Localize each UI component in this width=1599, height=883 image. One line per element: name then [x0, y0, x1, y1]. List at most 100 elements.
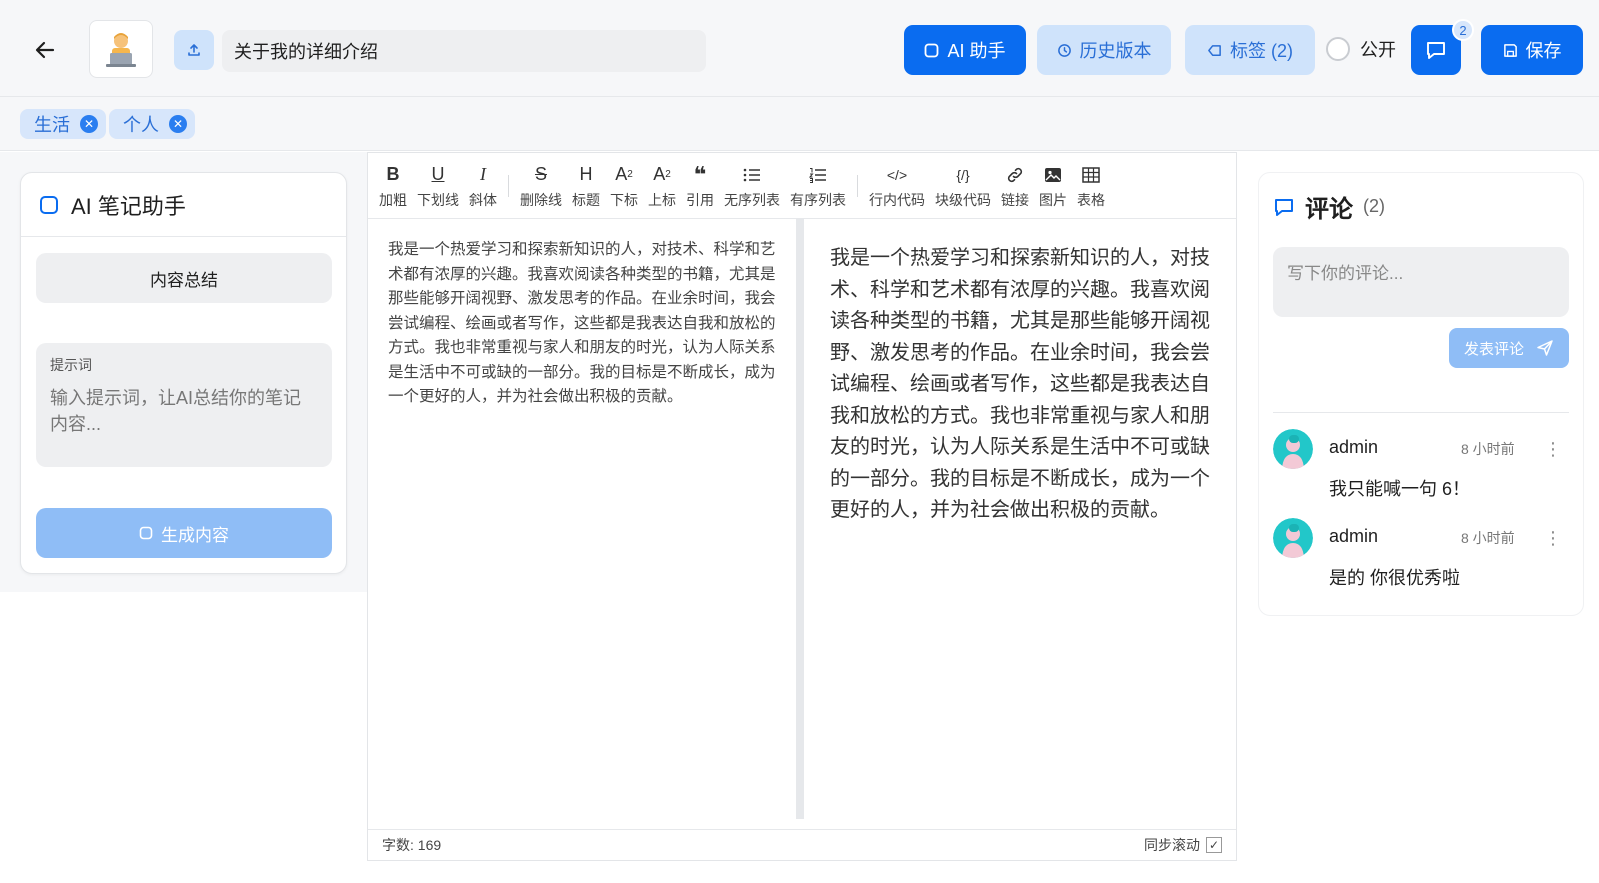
comment-time: 8 小时前 — [1461, 530, 1515, 546]
subscript-icon: A2 — [615, 164, 633, 184]
comment-icon — [1275, 198, 1293, 216]
comment-icon — [1427, 42, 1445, 59]
prompt-field[interactable]: 提示词 输入提示词，让AI总结你的笔记内容... — [36, 343, 332, 467]
tags-button[interactable]: 标签 (2) — [1185, 25, 1315, 75]
sync-scroll-toggle[interactable]: 同步滚动 ✓ — [1144, 835, 1222, 855]
table-tool[interactable]: 表格 — [1072, 158, 1110, 214]
quote-label: 引用 — [686, 191, 714, 208]
note-cover-avatar[interactable] — [89, 20, 153, 78]
save-label: 保存 — [1525, 41, 1562, 61]
comment-item: admin 8 小时前 ⋮ 我只能喊一句 6！ — [1273, 429, 1569, 509]
toolbar-separator — [508, 174, 509, 197]
sync-scroll-label: 同步滚动 — [1144, 837, 1200, 853]
sync-scroll-checkbox[interactable]: ✓ — [1206, 837, 1222, 853]
back-button[interactable] — [28, 33, 62, 67]
strikethrough-icon: S — [534, 164, 547, 184]
ai-assistant-label: AI 助手 — [947, 41, 1006, 61]
post-comment-label: 发表评论 — [1463, 340, 1524, 358]
italic-icon: I — [480, 164, 486, 184]
save-icon — [1503, 43, 1517, 57]
note-title-input[interactable] — [222, 30, 706, 72]
link-tool[interactable]: 链接 — [996, 158, 1034, 214]
markdown-source-pane[interactable]: 我是一个热爱学习和探索新知识的人，对技术、科学和艺术都有浓厚的兴趣。我喜欢阅读各… — [368, 219, 796, 819]
image-tool[interactable]: 图片 — [1034, 158, 1072, 214]
inline-code-tool[interactable]: </> 行内代码 — [864, 158, 930, 214]
ai-panel-title: AI 笔记助手 — [71, 193, 186, 219]
public-checkbox[interactable] — [1326, 37, 1350, 61]
square-icon — [925, 43, 939, 57]
code-block-icon: {/} — [956, 166, 970, 183]
underline-label: 下划线 — [417, 191, 459, 208]
superscript-tool[interactable]: A2 上标 — [643, 158, 681, 214]
comment-time: 8 小时前 — [1461, 441, 1515, 457]
public-toggle[interactable]: 公开 — [1326, 36, 1396, 62]
table-label: 表格 — [1077, 191, 1105, 208]
comments-title: 评论 — [1305, 196, 1353, 223]
comments-header: 评论 (2) — [1273, 189, 1385, 224]
user-avatar — [1273, 429, 1313, 469]
generate-content-button[interactable]: 生成内容 — [36, 508, 332, 558]
generate-content-label: 生成内容 — [161, 525, 229, 545]
strikethrough-tool[interactable]: S 删除线 — [515, 158, 567, 214]
save-button[interactable]: 保存 — [1481, 25, 1583, 75]
arrow-left-icon — [35, 41, 55, 59]
history-versions-label: 历史版本 — [1079, 41, 1152, 61]
comment-text: 我只能喊一句 6！ — [1329, 479, 1471, 499]
remove-tag-icon[interactable]: ✕ — [169, 115, 187, 133]
image-icon — [1044, 162, 1062, 188]
pane-divider[interactable] — [796, 219, 804, 819]
unordered-list-icon — [743, 162, 761, 188]
ai-panel-header: AI 笔记助手 — [21, 173, 346, 237]
top-bar: AI 助手 历史版本 标签 (2) 公开 2 保存 — [0, 0, 1599, 97]
heading-label: 标题 — [572, 191, 600, 208]
square-icon — [40, 195, 58, 214]
subscript-tool[interactable]: A2 下标 — [605, 158, 643, 214]
history-icon — [1057, 43, 1071, 57]
person-at-laptop-icon — [106, 33, 136, 67]
more-options-icon[interactable]: ⋮ — [1543, 435, 1563, 463]
inline-code-icon: </> — [886, 166, 908, 183]
unordered-list-tool[interactable]: 无序列表 — [719, 158, 785, 214]
comment-item: admin 8 小时前 ⋮ 是的 你很优秀啦 — [1273, 518, 1569, 598]
superscript-icon: A2 — [653, 164, 671, 184]
comments-count: (2) — [1363, 196, 1385, 216]
strikethrough-label: 删除线 — [520, 191, 562, 208]
bold-label: 加粗 — [379, 191, 407, 208]
heading-tool[interactable]: H 标题 — [567, 158, 605, 214]
bold-tool[interactable]: B 加粗 — [374, 158, 412, 214]
comments-divider — [1273, 412, 1569, 413]
tag-chip[interactable]: 生活 ✕ — [20, 109, 106, 139]
post-comment-button[interactable]: 发表评论 — [1449, 328, 1569, 368]
tags-label: 标签 (2) — [1230, 41, 1293, 61]
more-options-icon[interactable]: ⋮ — [1543, 524, 1563, 552]
comments-panel: 评论 (2) 写下你的评论... 发表评论 admin 8 小时前 ⋮ 我只能喊… — [1258, 172, 1584, 616]
code-block-tool[interactable]: {/} 块级代码 — [930, 158, 996, 214]
heading-icon: H — [579, 164, 593, 184]
comment-author[interactable]: admin — [1329, 437, 1378, 458]
tag-label: 生活 — [34, 115, 70, 135]
italic-tool[interactable]: I 斜体 — [464, 158, 502, 214]
tag-icon — [1208, 44, 1221, 56]
comment-author[interactable]: admin — [1329, 526, 1378, 547]
public-label: 公开 — [1360, 40, 1396, 60]
inline-code-label: 行内代码 — [869, 191, 925, 208]
quote-tool[interactable]: ❝ 引用 — [681, 158, 719, 214]
comment-text: 是的 你很优秀啦 — [1329, 568, 1461, 588]
superscript-label: 上标 — [648, 191, 676, 208]
ordered-list-icon — [809, 162, 827, 188]
user-avatar — [1273, 518, 1313, 558]
content-summary-button[interactable]: 内容总结 — [36, 253, 332, 303]
prompt-label: 提示词 — [50, 357, 92, 373]
editor-toolbar: B 加粗 U 下划线 I 斜体 S 删除线 H 标题 A2 下标 A2 上标 ❝ — [368, 153, 1236, 219]
upload-cover-button[interactable] — [174, 30, 214, 70]
prompt-placeholder[interactable]: 输入提示词，让AI总结你的笔记内容... — [50, 385, 318, 437]
remove-tag-icon[interactable]: ✕ — [80, 115, 98, 133]
comment-input[interactable]: 写下你的评论... — [1273, 247, 1569, 317]
underline-tool[interactable]: U 下划线 — [412, 158, 464, 214]
tag-chip[interactable]: 个人 ✕ — [109, 109, 195, 139]
history-versions-button[interactable]: 历史版本 — [1037, 25, 1171, 75]
image-label: 图片 — [1039, 191, 1067, 208]
quote-icon: ❝ — [693, 161, 707, 187]
ai-assistant-button[interactable]: AI 助手 — [904, 25, 1026, 75]
ordered-list-tool[interactable]: 有序列表 — [785, 158, 851, 214]
